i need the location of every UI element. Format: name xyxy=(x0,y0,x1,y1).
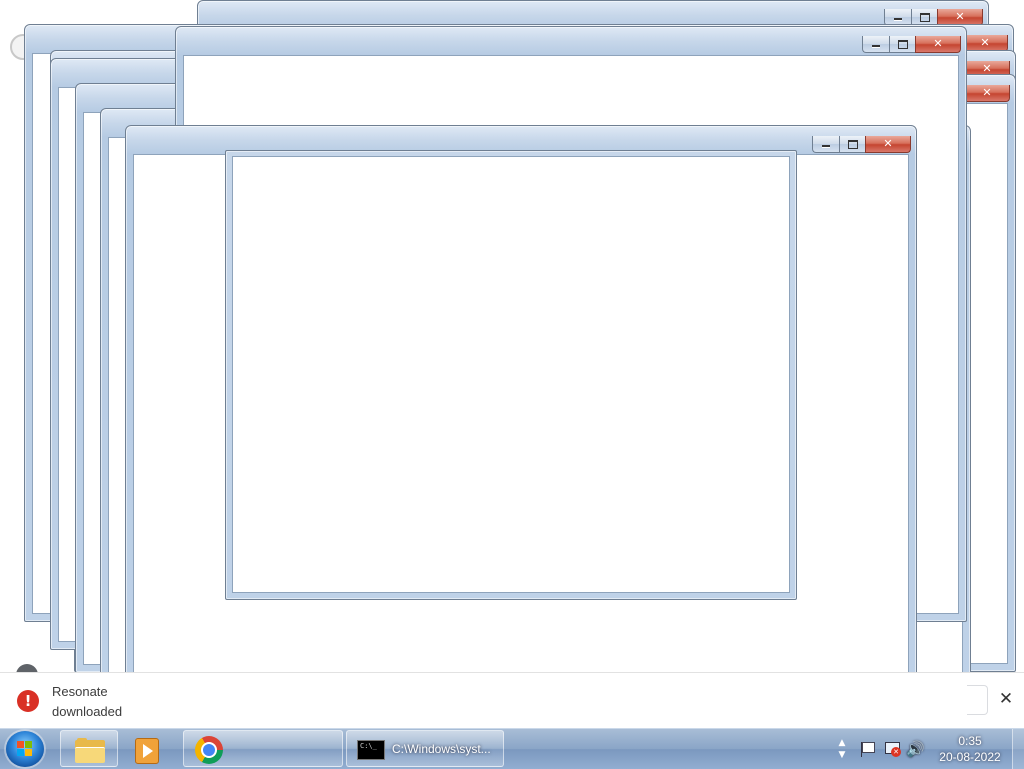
taskbar-item-chrome[interactable] xyxy=(183,730,343,767)
clock[interactable]: 0:35 20-08-2022 xyxy=(930,733,1010,765)
close-button[interactable] xyxy=(865,136,911,153)
window-client-area xyxy=(232,156,790,593)
network-error-icon[interactable] xyxy=(884,741,901,757)
clock-time: 0:35 xyxy=(958,734,982,748)
error-icon: ! xyxy=(17,690,39,712)
folder-icon xyxy=(75,738,105,763)
windows-logo-icon xyxy=(17,741,33,757)
show-desktop-button[interactable] xyxy=(1012,729,1024,769)
show-hidden-icons-icon[interactable]: ▲ ▼ xyxy=(836,737,848,761)
taskbar-item-cmd[interactable]: C:\_ C:\Windows\syst... xyxy=(346,730,504,767)
close-button[interactable] xyxy=(915,36,961,53)
clock-date: 20-08-2022 xyxy=(939,750,1001,764)
action-center-flag-icon[interactable] xyxy=(860,741,876,757)
volume-icon[interactable]: 🔊 xyxy=(906,741,925,757)
window-frame-12[interactable] xyxy=(225,150,797,600)
download-bar: ! Resonate downloaded ✕ xyxy=(0,672,1024,729)
start-button[interactable] xyxy=(6,731,44,767)
cmd-icon: C:\_ xyxy=(357,740,385,760)
media-player-icon xyxy=(135,738,159,764)
download-title: Resonate xyxy=(52,684,108,699)
minimize-button[interactable] xyxy=(862,36,889,53)
show-all-button[interactable] xyxy=(967,685,988,715)
taskbar-item-media-player[interactable] xyxy=(120,730,178,767)
download-status: downloaded xyxy=(52,704,123,719)
maximize-button[interactable] xyxy=(889,36,915,53)
minimize-button[interactable] xyxy=(812,136,839,153)
taskbar-item-explorer[interactable] xyxy=(60,730,118,767)
close-button[interactable] xyxy=(964,85,1010,102)
taskbar-item-label: C:\Windows\syst... xyxy=(392,742,491,756)
taskbar: C:\_ C:\Windows\syst... ▲▼ 🔊 0:35 20-08-… xyxy=(0,728,1024,769)
chrome-icon xyxy=(195,736,223,764)
close-icon[interactable]: ✕ xyxy=(996,689,1016,709)
maximize-button[interactable] xyxy=(839,136,865,153)
